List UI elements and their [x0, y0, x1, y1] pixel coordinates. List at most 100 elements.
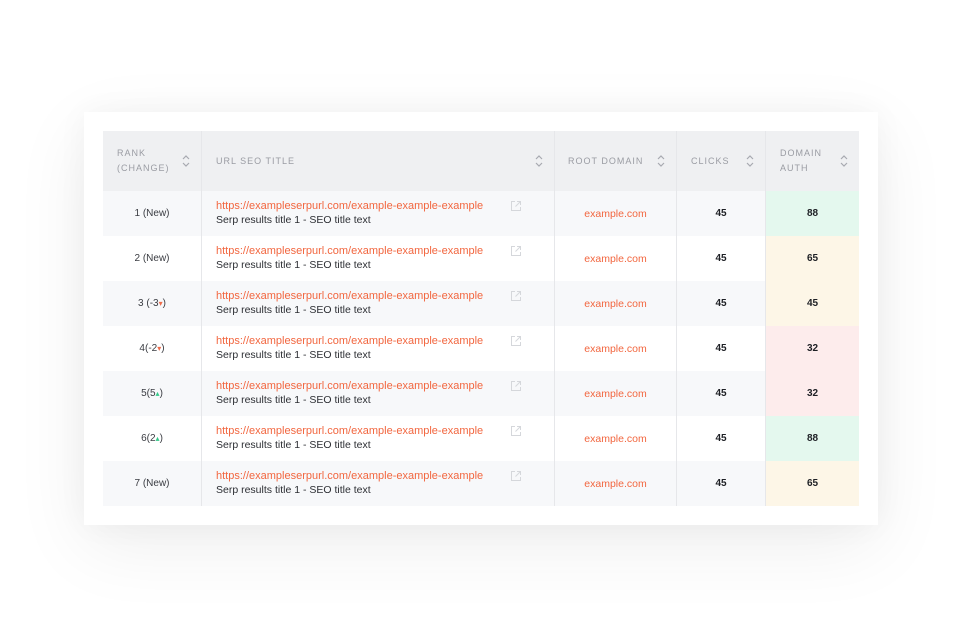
rank-close: ) — [161, 343, 165, 354]
seo-title-text: Serp results title 1 - SEO title text — [216, 394, 371, 406]
seo-title-text: Serp results title 1 - SEO title text — [216, 349, 371, 361]
domain-auth-value: 65 — [806, 478, 819, 489]
url-cell: https://exampleserpurl.com/example-examp… — [202, 236, 555, 281]
serp-url-link[interactable]: https://exampleserpurl.com/example-examp… — [216, 469, 483, 483]
seo-title-text: Serp results title 1 - SEO title text — [216, 259, 371, 271]
serp-url-link[interactable]: https://exampleserpurl.com/example-examp… — [216, 289, 483, 303]
sort-icon[interactable] — [534, 154, 544, 168]
clicks-value: 45 — [715, 298, 727, 309]
clicks-cell: 45 — [677, 461, 766, 506]
domain-auth-value: 88 — [806, 208, 819, 219]
column-header-clicks[interactable]: CLICKS — [677, 131, 766, 191]
column-header-root-domain[interactable]: ROOT DOMAIN — [555, 131, 677, 191]
table-row: 4(-2▾) https://exampleserpurl.com/exampl… — [103, 326, 859, 371]
domain-auth-cell: 65 — [766, 461, 859, 506]
domain-auth-cell: 45 — [766, 281, 859, 326]
serp-url-link[interactable]: https://exampleserpurl.com/example-examp… — [216, 424, 483, 438]
domain-auth-cell: 32 — [766, 371, 859, 416]
domain-auth-value: 65 — [806, 253, 819, 264]
serp-url-link[interactable]: https://exampleserpurl.com/example-examp… — [216, 244, 483, 258]
seo-title-text: Serp results title 1 - SEO title text — [216, 304, 371, 316]
clicks-cell: 45 — [677, 371, 766, 416]
root-domain-link[interactable]: example.com — [584, 343, 646, 355]
column-header-rank[interactable]: RANK (CHANGE) — [103, 131, 202, 191]
sort-icon[interactable] — [839, 154, 849, 168]
clicks-cell: 45 — [677, 326, 766, 371]
domain-auth-value: 32 — [806, 343, 819, 354]
root-domain-cell: example.com — [555, 191, 677, 236]
clicks-header-label: CLICKS — [691, 155, 730, 166]
domain-auth-cell: 65 — [766, 236, 859, 281]
rank-header-sublabel: (CHANGE) — [117, 163, 170, 173]
root-domain-link[interactable]: example.com — [584, 388, 646, 400]
root-domain-link[interactable]: example.com — [584, 253, 646, 265]
serp-url-link[interactable]: https://exampleserpurl.com/example-examp… — [216, 334, 483, 348]
root-domain-cell: example.com — [555, 416, 677, 461]
rank-cell: 3 (-3▾) — [103, 281, 202, 326]
domain-auth-header-sublabel: AUTH — [780, 163, 809, 173]
external-link-icon[interactable] — [510, 379, 522, 391]
rank-cell: 5(5▴) — [103, 371, 202, 416]
rank-cell: 2 (New) — [103, 236, 202, 281]
rank-value: 4(-2 — [139, 343, 158, 354]
clicks-value: 45 — [715, 433, 727, 444]
rank-value: 2 (New) — [134, 253, 170, 264]
clicks-value: 45 — [715, 388, 727, 399]
clicks-cell: 45 — [677, 191, 766, 236]
clicks-cell: 45 — [677, 281, 766, 326]
clicks-cell: 45 — [677, 236, 766, 281]
external-link-icon[interactable] — [510, 334, 522, 346]
url-cell: https://exampleserpurl.com/example-examp… — [202, 191, 555, 236]
table-row: 3 (-3▾) https://exampleserpurl.com/examp… — [103, 281, 859, 326]
serp-url-link[interactable]: https://exampleserpurl.com/example-examp… — [216, 379, 483, 393]
root-domain-link[interactable]: example.com — [584, 208, 646, 220]
root-domain-link[interactable]: example.com — [584, 478, 646, 490]
domain-auth-value: 45 — [806, 298, 819, 309]
seo-title-text: Serp results title 1 - SEO title text — [216, 214, 371, 226]
rank-header-label: RANK — [117, 148, 147, 158]
root-domain-cell: example.com — [555, 461, 677, 506]
url-cell: https://exampleserpurl.com/example-examp… — [202, 416, 555, 461]
external-link-icon[interactable] — [510, 199, 522, 211]
table-row: 6(2▴) https://exampleserpurl.com/example… — [103, 416, 859, 461]
sort-icon[interactable] — [745, 154, 755, 168]
column-header-domain-auth[interactable]: DOMAIN AUTH — [766, 131, 859, 191]
root-domain-cell: example.com — [555, 326, 677, 371]
root-domain-link[interactable]: example.com — [584, 433, 646, 445]
rank-cell: 1 (New) — [103, 191, 202, 236]
serp-results-card: RANK (CHANGE) URL SEO TITLE ROOT DOMAIN … — [84, 112, 878, 525]
external-link-icon[interactable] — [510, 469, 522, 481]
rank-value: 5(5 — [141, 388, 156, 399]
external-link-icon[interactable] — [510, 244, 522, 256]
external-link-icon[interactable] — [510, 289, 522, 301]
domain-auth-cell: 88 — [766, 416, 859, 461]
clicks-value: 45 — [715, 343, 727, 354]
clicks-value: 45 — [715, 253, 727, 264]
rank-value: 1 (New) — [134, 208, 170, 219]
root-domain-link[interactable]: example.com — [584, 298, 646, 310]
column-header-url[interactable]: URL SEO TITLE — [202, 131, 555, 191]
domain-auth-value: 88 — [806, 433, 819, 444]
serp-results-table: RANK (CHANGE) URL SEO TITLE ROOT DOMAIN … — [103, 131, 859, 506]
root-domain-header-label: ROOT DOMAIN — [568, 155, 644, 166]
rank-cell: 4(-2▾) — [103, 326, 202, 371]
clicks-value: 45 — [715, 208, 727, 219]
rank-close: ) — [159, 388, 163, 399]
seo-title-text: Serp results title 1 - SEO title text — [216, 439, 371, 451]
rank-value: 7 (New) — [134, 478, 170, 489]
sort-icon[interactable] — [181, 154, 191, 168]
root-domain-cell: example.com — [555, 236, 677, 281]
url-cell: https://exampleserpurl.com/example-examp… — [202, 371, 555, 416]
table-body: 1 (New) https://exampleserpurl.com/examp… — [103, 191, 859, 506]
table-row: 2 (New) https://exampleserpurl.com/examp… — [103, 236, 859, 281]
external-link-icon[interactable] — [510, 424, 522, 436]
clicks-cell: 45 — [677, 416, 766, 461]
url-cell: https://exampleserpurl.com/example-examp… — [202, 281, 555, 326]
serp-url-link[interactable]: https://exampleserpurl.com/example-examp… — [216, 199, 483, 213]
domain-auth-cell: 32 — [766, 326, 859, 371]
table-row: 1 (New) https://exampleserpurl.com/examp… — [103, 191, 859, 236]
sort-icon[interactable] — [656, 154, 666, 168]
domain-auth-value: 32 — [806, 388, 819, 399]
url-header-label: URL SEO TITLE — [216, 155, 296, 166]
table-row: 5(5▴) https://exampleserpurl.com/example… — [103, 371, 859, 416]
